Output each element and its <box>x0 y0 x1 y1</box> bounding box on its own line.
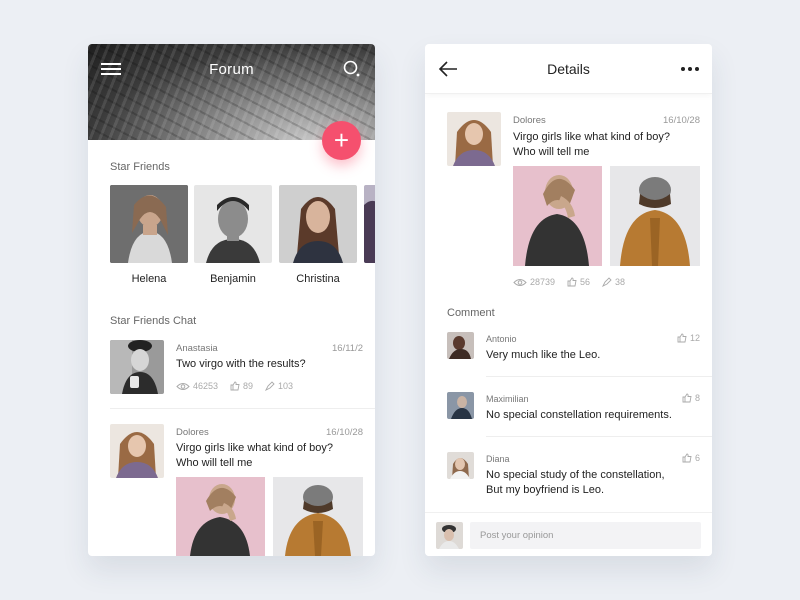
friend-name: Benjamin <box>210 273 256 285</box>
avatar <box>447 452 474 479</box>
opinion-input[interactable] <box>470 522 701 549</box>
post-text-line: Virgo girls like what kind of boy? <box>513 131 670 143</box>
post-author: Anastasia <box>176 343 218 354</box>
friend-card-partial[interactable] <box>364 185 375 263</box>
comment-item: Diana No special study of the constellat… <box>447 452 700 502</box>
comment-item: Antonio Very much like the Leo. 12 <box>447 332 700 372</box>
search-icon[interactable] <box>343 60 361 78</box>
avatar <box>447 392 474 419</box>
friend-photo <box>364 185 375 263</box>
divider <box>486 436 712 437</box>
friend-photo <box>194 185 272 263</box>
friend-photo <box>279 185 357 263</box>
comment-like-button[interactable]: 6 <box>682 453 700 463</box>
post-text-line: Virgo girls like what kind of boy? <box>176 442 333 454</box>
post-author: Dolores <box>176 427 209 438</box>
friend-card-benjamin[interactable]: Benjamin <box>194 185 272 285</box>
views-count: 46253 <box>193 381 219 391</box>
avatar <box>447 332 474 359</box>
comment-like-button[interactable]: 8 <box>682 393 700 403</box>
friend-card-helena[interactable]: Helena <box>110 185 188 285</box>
views-stat: 28739 <box>513 277 555 287</box>
detail-post: Dolores 16/10/28 Virgo girls like what k… <box>447 112 700 292</box>
likes-count: 12 <box>689 333 700 343</box>
shares-count: 103 <box>278 381 294 391</box>
comment-text: Very much like the Leo. <box>486 349 601 361</box>
avatar <box>110 424 164 478</box>
share-icon <box>602 277 612 287</box>
star-friends-chat-label: Star Friends Chat <box>110 315 197 327</box>
share-button[interactable]: 38 <box>602 277 625 287</box>
shares-count: 38 <box>615 277 626 287</box>
friend-name: Helena <box>131 273 167 285</box>
post-image[interactable] <box>513 166 602 266</box>
post-text: Two virgo with the results? <box>176 358 306 370</box>
details-screen: Details Dolores 16/10/28 Virgo girls lik… <box>425 44 712 556</box>
thumbs-up-icon <box>230 381 240 391</box>
list-item[interactable]: Dolores 16/10/28 Virgo girls like what k… <box>110 424 363 556</box>
likes-count: 6 <box>694 453 700 463</box>
comment-author: Antonio <box>486 334 517 344</box>
likes-count: 8 <box>694 393 700 403</box>
post-stats: 46253 89 103 <box>176 381 293 391</box>
avatar <box>447 112 501 166</box>
page-title: Forum <box>209 61 254 78</box>
page-title: Details <box>547 61 590 77</box>
comment-like-button[interactable]: 12 <box>677 333 700 343</box>
avatar <box>110 340 164 394</box>
thumbs-up-icon <box>682 453 692 463</box>
post-date: 16/10/28 <box>663 115 700 126</box>
friend-name: Christina <box>296 273 340 285</box>
post-image[interactable] <box>176 477 265 556</box>
add-post-button[interactable]: + <box>322 121 361 160</box>
eye-icon <box>513 278 527 286</box>
divider <box>110 408 375 409</box>
post-text-line: Who will tell me <box>176 457 253 469</box>
share-icon <box>265 381 275 391</box>
comment-text-line: No special study of the constellation, <box>486 469 665 481</box>
post-date: 16/10/28 <box>326 427 363 438</box>
share-button[interactable]: 103 <box>265 381 293 391</box>
likes-count: 56 <box>580 277 591 287</box>
thumbs-up-icon <box>567 277 577 287</box>
post-text-line: Who will tell me <box>513 146 590 158</box>
post-date: 16/11/2 <box>332 343 363 354</box>
thumbs-up-icon <box>682 393 692 403</box>
friend-photo <box>110 185 188 263</box>
comment-composer <box>425 512 712 556</box>
post-image[interactable] <box>610 166 700 266</box>
star-friends-label: Star Friends <box>110 161 170 173</box>
post-image[interactable] <box>273 477 363 556</box>
more-dots-icon[interactable] <box>680 66 700 72</box>
post-stats: 28739 56 38 <box>513 277 625 287</box>
thumbs-up-icon <box>677 333 687 343</box>
like-button[interactable]: 56 <box>567 277 590 287</box>
views-count: 28739 <box>530 277 556 287</box>
forum-screen: Forum + Star Friends Helena Benjamin Chr… <box>88 44 375 556</box>
list-item[interactable]: Anastasia 16/11/2 Two virgo with the res… <box>110 340 363 400</box>
likes-count: 89 <box>243 381 254 391</box>
like-button[interactable]: 89 <box>230 381 253 391</box>
views-stat: 46253 <box>176 381 218 391</box>
post-author: Dolores <box>513 115 546 126</box>
comment-author: Maximilian <box>486 394 529 404</box>
plus-icon: + <box>333 125 350 155</box>
comment-text-line: But my boyfriend is Leo. <box>486 484 605 496</box>
comment-item: Maximilian No special constellation requ… <box>447 392 700 432</box>
friend-card-christina[interactable]: Christina <box>279 185 357 285</box>
avatar <box>436 522 463 549</box>
comment-author: Diana <box>486 454 510 464</box>
divider <box>486 376 712 377</box>
comment-text: No special constellation requirements. <box>486 409 672 421</box>
eye-icon <box>176 382 190 390</box>
comment-label: Comment <box>447 307 495 319</box>
